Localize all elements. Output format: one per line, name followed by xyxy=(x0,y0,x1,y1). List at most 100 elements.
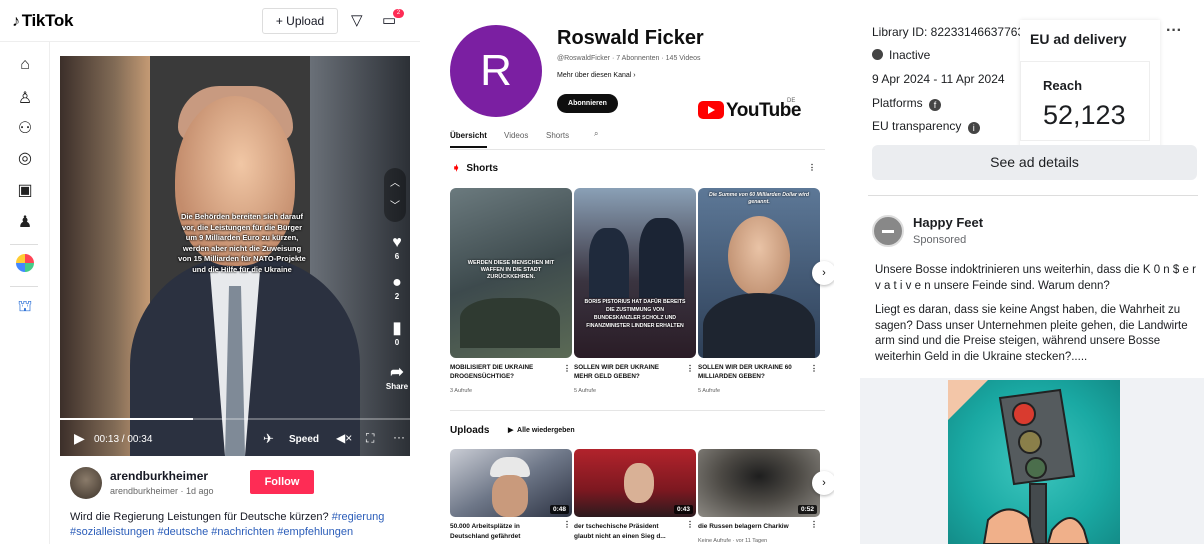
short-figure xyxy=(703,293,815,358)
caption-line: um 9 Milliarden Euro zu kürzen, xyxy=(185,233,299,242)
video-title[interactable]: der tschechische Präsident glaubt nicht a… xyxy=(574,522,684,542)
sponsored-label: Sponsored xyxy=(913,234,967,246)
see-ad-details-button[interactable]: See ad details xyxy=(872,145,1197,180)
save-action[interactable]: ▮ 0 xyxy=(383,318,411,347)
follow-button[interactable]: Follow xyxy=(250,470,314,494)
video-title-line: Deutschland gefährdet xyxy=(450,533,521,540)
eu-delivery-title: EU ad delivery xyxy=(1030,31,1127,47)
short-title[interactable]: SOLLEN WIR DER UKRAINE 60 MILLIARDEN GEB… xyxy=(698,363,803,381)
channel-name: Roswald Ficker xyxy=(557,27,704,49)
more-icon[interactable]: ⋮ xyxy=(686,520,694,529)
speed-button[interactable]: Speed xyxy=(289,434,319,445)
short-thumbnail[interactable]: WERDEN DIESE MENSCHEN MIT WAFFEN IN DIE … xyxy=(450,188,572,358)
more-icon[interactable]: ⋮ xyxy=(563,364,571,373)
more-icon[interactable]: ⋮ xyxy=(686,364,694,373)
page-name[interactable]: Happy Feet xyxy=(913,215,983,230)
uploads-heading: Uploads xyxy=(450,425,490,436)
play-icon[interactable]: ▶ xyxy=(74,430,85,447)
more-icon[interactable]: ⋮ xyxy=(810,364,818,373)
video-thumbnail[interactable]: 0:52 xyxy=(698,449,820,517)
status-text: Inactive xyxy=(889,48,931,62)
short-thumbnail[interactable]: Die Summe von 60 Milliarden Dollar wird … xyxy=(698,188,820,358)
short-views: 5 Aufrufe xyxy=(574,388,597,394)
more-icon[interactable]: ⋮ xyxy=(810,520,818,529)
facebook-icon: f xyxy=(929,99,942,111)
subscribe-button[interactable]: Abonnieren xyxy=(557,94,618,113)
shorts-heading: ➧ Shorts xyxy=(452,163,498,174)
bookmark-icon: ▮ xyxy=(392,320,402,337)
info-icon[interactable]: i xyxy=(967,122,980,134)
short-overlay-text: Die Summe von 60 Milliarden Dollar wird … xyxy=(708,192,810,205)
creator-icon[interactable]: ⛫ xyxy=(14,296,36,318)
following-icon[interactable]: ♙ xyxy=(14,88,36,110)
ad-image[interactable] xyxy=(948,380,1120,544)
effects-icon[interactable] xyxy=(14,254,36,276)
comment-action[interactable]: ● 2 xyxy=(383,274,411,301)
video-title[interactable]: 50.000 Arbeitsplätze in Deutschland gefäh… xyxy=(450,522,560,542)
tiktok-header: ♪ TikTok + Upload ▽ ▭ 2 xyxy=(0,0,420,42)
short-face xyxy=(728,216,790,296)
tab-videos[interactable]: Videos xyxy=(504,131,528,140)
more-about-label: Mehr über diesen Kanal xyxy=(557,72,632,79)
eu-transparency-row[interactable]: EU transparency i xyxy=(872,119,980,134)
tiktok-sidebar: ⌂ ♙ ⚇ ◎ ▣ ♟ ⛫ xyxy=(0,42,50,544)
thumb-face xyxy=(624,463,654,503)
more-icon[interactable]: ⋮ xyxy=(808,163,816,172)
tiktok-logo[interactable]: ♪ TikTok xyxy=(12,11,73,31)
more-about-link[interactable]: Mehr über diesen Kanal › xyxy=(557,72,636,79)
fullscreen-icon[interactable]: ⛶ xyxy=(366,431,374,446)
section-divider xyxy=(450,410,825,411)
handle-date: arendburkheimer · 1d ago xyxy=(110,486,214,496)
explore-icon[interactable]: ◎ xyxy=(14,148,36,170)
hashtag-link[interactable]: #sozialleistungen #deutsche #nachrichten… xyxy=(70,526,353,538)
more-icon[interactable]: ⋮ xyxy=(563,520,571,529)
video-title-line: der tschechische Präsident xyxy=(574,523,659,530)
video-title-line: die Russen belagern Charkiw xyxy=(698,523,789,530)
live-icon[interactable]: ▣ xyxy=(14,180,36,202)
heart-icon: ♥ xyxy=(392,234,402,251)
video-title[interactable]: die Russen belagern Charkiw xyxy=(698,522,808,532)
hashtag-link[interactable]: #regierung xyxy=(332,511,385,523)
play-all-button[interactable]: ▶ Alle wiedergeben xyxy=(508,426,575,434)
share-action[interactable]: ➦ Share xyxy=(383,362,411,391)
tab-shorts[interactable]: Shorts xyxy=(546,131,569,140)
play-all-label: Alle wiedergeben xyxy=(517,427,575,434)
video-description: Wird die Regierung Leistungen für Deutsc… xyxy=(70,510,400,540)
tab-overview[interactable]: Übersicht xyxy=(450,131,487,148)
filter-icon[interactable]: ▽ xyxy=(351,11,363,29)
shorts-next-button[interactable]: › xyxy=(812,261,834,285)
short-thumbnail[interactable]: BORIS PISTORIUS HAT DAFÜR BEREITS DIE ZU… xyxy=(574,188,696,358)
video-thumbnail[interactable]: 0:43 xyxy=(574,449,696,517)
caption-line: vor, die Leistungen für die Bürger xyxy=(181,222,303,232)
library-id: Library ID: 822331466377636 xyxy=(872,25,1031,39)
home-icon[interactable]: ⌂ xyxy=(14,54,36,76)
video-thumbnail[interactable]: 0:48 xyxy=(450,449,572,517)
more-options-icon[interactable]: ··· xyxy=(1166,22,1182,40)
short-title[interactable]: MOBILISIERT DIE UKRAINE DROGENSÜCHTIGE? xyxy=(450,363,555,381)
short-figure xyxy=(639,218,684,298)
video-title-line: glaubt nicht an einen Sieg d... xyxy=(574,533,666,540)
chevron-down-icon[interactable]: ﹀ xyxy=(384,197,406,212)
ad-dates: 9 Apr 2024 - 11 Apr 2024 xyxy=(872,72,1005,86)
short-title[interactable]: SOLLEN WIR DER UKRAINE MEHR GELD GEBEN? xyxy=(574,363,679,381)
chevron-up-icon[interactable]: ︿ xyxy=(384,174,406,189)
short-overlay-text: BORIS PISTORIUS HAT DAFÜR BEREITS DIE ZU… xyxy=(584,299,686,329)
username[interactable]: arendburkheimer xyxy=(110,469,208,483)
channel-avatar[interactable]: R xyxy=(450,25,542,117)
video-views: Keine Aufrufe · vor 11 Tagen xyxy=(698,538,768,544)
uploads-next-button[interactable]: › xyxy=(812,471,834,495)
page-avatar[interactable] xyxy=(872,215,904,247)
reach-value: 52,123 xyxy=(1043,100,1126,130)
mute-icon[interactable]: ◀× xyxy=(336,431,352,445)
profile-icon[interactable]: ♟ xyxy=(14,212,36,234)
pip-icon[interactable]: ✈ xyxy=(263,431,274,447)
friends-icon[interactable]: ⚇ xyxy=(14,118,36,140)
video-title-line: 50.000 Arbeitsplätze in xyxy=(450,523,520,530)
eu-transparency-label: EU transparency xyxy=(872,119,962,133)
avatar[interactable] xyxy=(70,467,102,499)
caption-line: werden aber nicht die Zuweisung xyxy=(182,243,302,253)
more-icon[interactable]: ··· xyxy=(393,430,405,444)
upload-button[interactable]: + Upload xyxy=(262,8,338,34)
search-icon[interactable]: ⌕ xyxy=(594,129,598,139)
like-action[interactable]: ♥ 6 xyxy=(383,234,411,261)
